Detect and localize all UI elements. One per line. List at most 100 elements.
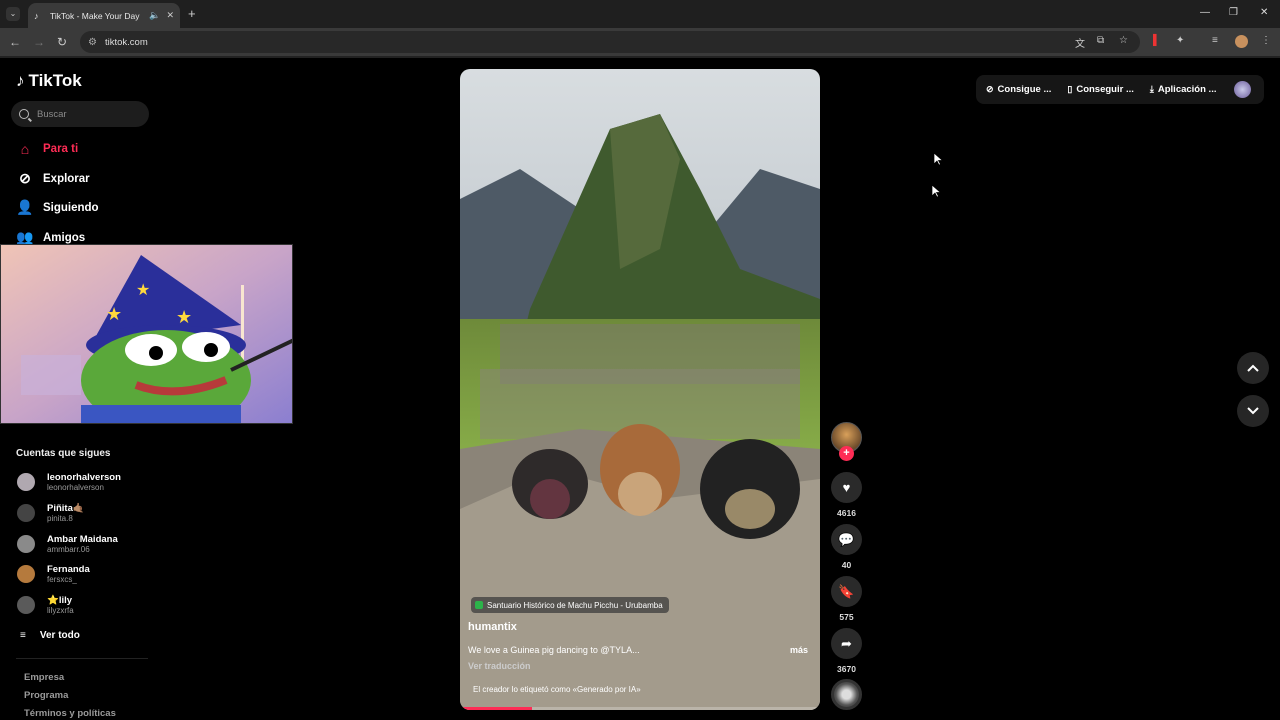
like-button[interactable]: ♥ bbox=[831, 472, 862, 503]
nav-item-explorar[interactable]: ⊘ Explorar bbox=[16, 170, 90, 187]
close-window-icon[interactable]: ✕ bbox=[1260, 7, 1268, 18]
profile-avatar[interactable] bbox=[1234, 81, 1251, 98]
location-pin-icon bbox=[475, 601, 483, 609]
avatar bbox=[17, 504, 35, 522]
get-coins-label: Consigue ... bbox=[997, 84, 1052, 95]
toolbar-divider bbox=[0, 56, 1280, 58]
video-progress-bar[interactable] bbox=[460, 707, 820, 710]
save-count: 575 bbox=[839, 612, 854, 622]
following-accounts-title: Cuentas que sigues bbox=[16, 448, 111, 459]
account-handle: lilyzxrfa bbox=[47, 606, 74, 615]
new-tab-button[interactable]: + bbox=[188, 6, 196, 21]
search-input[interactable]: Buscar bbox=[11, 101, 149, 127]
avatar bbox=[17, 535, 35, 553]
search-icon bbox=[19, 109, 29, 119]
chevron-down-icon bbox=[1247, 407, 1259, 415]
logo-text: TikTok bbox=[28, 71, 82, 90]
translate-link[interactable]: Ver traducción bbox=[468, 661, 531, 671]
reload-icon[interactable]: ↻ bbox=[57, 35, 67, 49]
profile-avatar-icon[interactable] bbox=[1235, 35, 1248, 48]
menu-kebab-icon[interactable]: ⋮ bbox=[1261, 35, 1271, 46]
address-bar[interactable]: ⚙ tiktok.com bbox=[80, 31, 1140, 53]
tiktok-logo[interactable]: ♪ TikTok bbox=[16, 71, 82, 91]
save-button[interactable]: 🔖 bbox=[831, 576, 862, 607]
home-icon: ⌂ bbox=[20, 141, 30, 157]
account-item[interactable]: Piñita🤙🏽 pinita.8 bbox=[17, 503, 85, 523]
nav-item-siguiendo[interactable]: 👤 Siguiendo bbox=[16, 199, 99, 216]
tab-title: TikTok - Make Your Day bbox=[50, 10, 140, 21]
download-icon: ⤓ bbox=[1149, 84, 1154, 94]
close-icon[interactable]: ✕ bbox=[166, 10, 174, 21]
more-button[interactable]: más bbox=[790, 645, 808, 655]
translate-icon[interactable]: 文 bbox=[1075, 35, 1085, 50]
video-author[interactable]: humantix bbox=[468, 621, 517, 633]
bookmark-icon: 🔖 bbox=[838, 583, 855, 599]
picture-in-picture-video[interactable]: ★ ★ ★ bbox=[0, 244, 293, 424]
machu-picchu-video-frame bbox=[460, 69, 820, 710]
minimize-icon[interactable]: — bbox=[1200, 7, 1210, 18]
share-button[interactable]: ➦ bbox=[831, 628, 862, 659]
extension-icon[interactable]: ▌ bbox=[1153, 35, 1160, 46]
video-player[interactable]: Santuario Histórico de Machu Picchu - Ur… bbox=[460, 69, 820, 710]
previous-video-button[interactable] bbox=[1237, 352, 1269, 384]
svg-text:★: ★ bbox=[136, 280, 150, 299]
get-app-label: Conseguir ... bbox=[1076, 84, 1134, 95]
coin-icon: ⊘ bbox=[986, 84, 994, 94]
like-count: 4616 bbox=[837, 508, 856, 518]
install-app-icon[interactable]: ⧉ bbox=[1097, 35, 1104, 46]
video-caption: We love a Guinea pig dancing to @TYLA... bbox=[468, 645, 640, 655]
location-tag[interactable]: Santuario Histórico de Machu Picchu - Ur… bbox=[471, 597, 669, 613]
account-item[interactable]: leonorhalverson leonorhalverson bbox=[17, 472, 121, 492]
account-handle: fersxcs_ bbox=[47, 575, 77, 584]
footer-link-empresa[interactable]: Empresa bbox=[24, 672, 64, 683]
account-item[interactable]: ⭐lily lilyzxrfa bbox=[17, 595, 74, 615]
get-app-button[interactable]: ▯ Conseguir ... bbox=[1067, 84, 1134, 95]
search-placeholder: Buscar bbox=[37, 108, 67, 120]
nav-label: Amigos bbox=[43, 231, 86, 244]
music-disc[interactable] bbox=[831, 679, 862, 710]
site-info-icon[interactable]: ⚙ bbox=[88, 37, 97, 48]
extensions-puzzle-icon[interactable]: ✦ bbox=[1176, 35, 1184, 46]
svg-text:★: ★ bbox=[176, 307, 192, 328]
comment-count: 40 bbox=[841, 560, 852, 570]
tab-search-button[interactable]: ⌄ bbox=[6, 7, 20, 21]
footer-link-terminos[interactable]: Términos y políticas bbox=[24, 708, 116, 719]
mouse-cursor-icon bbox=[932, 185, 941, 198]
account-name: Ambar Maidana bbox=[47, 534, 118, 545]
nav-item-para-ti[interactable]: ⌂ Para ti bbox=[16, 141, 78, 157]
next-video-button[interactable] bbox=[1237, 395, 1269, 427]
account-name: Fernanda bbox=[47, 564, 90, 575]
ai-generated-label: El creador lo etiquetó como «Generado po… bbox=[473, 685, 641, 694]
location-label: Santuario Histórico de Machu Picchu - Ur… bbox=[487, 600, 663, 610]
avatar bbox=[17, 473, 35, 491]
account-handle: leonorhalverson bbox=[47, 483, 104, 492]
follow-button[interactable]: + bbox=[839, 446, 854, 461]
restore-icon[interactable]: ❐ bbox=[1229, 7, 1238, 18]
get-coins-button[interactable]: ⊘ Consigue ... bbox=[986, 84, 1051, 95]
account-item[interactable]: Fernanda fersxcs_ bbox=[17, 564, 90, 584]
media-control-icon[interactable]: ≡ bbox=[1212, 35, 1218, 46]
comment-button[interactable]: 💬 bbox=[831, 524, 862, 555]
account-name: Piñita🤙🏽 bbox=[47, 503, 85, 514]
audio-icon[interactable]: 🔈 bbox=[149, 10, 160, 21]
forward-icon[interactable]: → bbox=[33, 35, 45, 49]
nav-label: Siguiendo bbox=[43, 201, 99, 214]
comment-icon: 💬 bbox=[838, 531, 855, 547]
desktop-app-button[interactable]: ⤓ Aplicación ... bbox=[1150, 84, 1217, 95]
account-item[interactable]: Ambar Maidana ammbarr.06 bbox=[17, 534, 118, 554]
browser-tab[interactable]: ♪ TikTok - Make Your Day 🔈 ✕ bbox=[28, 3, 180, 28]
url-text: tiktok.com bbox=[104, 36, 148, 48]
tiktok-favicon-icon: ♪ bbox=[34, 10, 39, 21]
share-icon: ➦ bbox=[841, 635, 852, 651]
bookmark-star-icon[interactable]: ☆ bbox=[1119, 35, 1128, 46]
chevron-up-icon bbox=[1247, 364, 1259, 372]
see-all-link[interactable]: ≡ Ver todo bbox=[20, 630, 80, 641]
pepe-wizard-illustration: ★ ★ ★ bbox=[1, 245, 292, 423]
account-handle: ammbarr.06 bbox=[47, 545, 90, 554]
list-icon: ≡ bbox=[20, 630, 26, 641]
back-icon[interactable]: ← bbox=[9, 35, 21, 49]
account-name: ⭐lily bbox=[47, 595, 73, 606]
svg-text:★: ★ bbox=[106, 304, 122, 325]
nav-label: Para ti bbox=[43, 143, 79, 155]
footer-link-programa[interactable]: Programa bbox=[24, 690, 68, 701]
